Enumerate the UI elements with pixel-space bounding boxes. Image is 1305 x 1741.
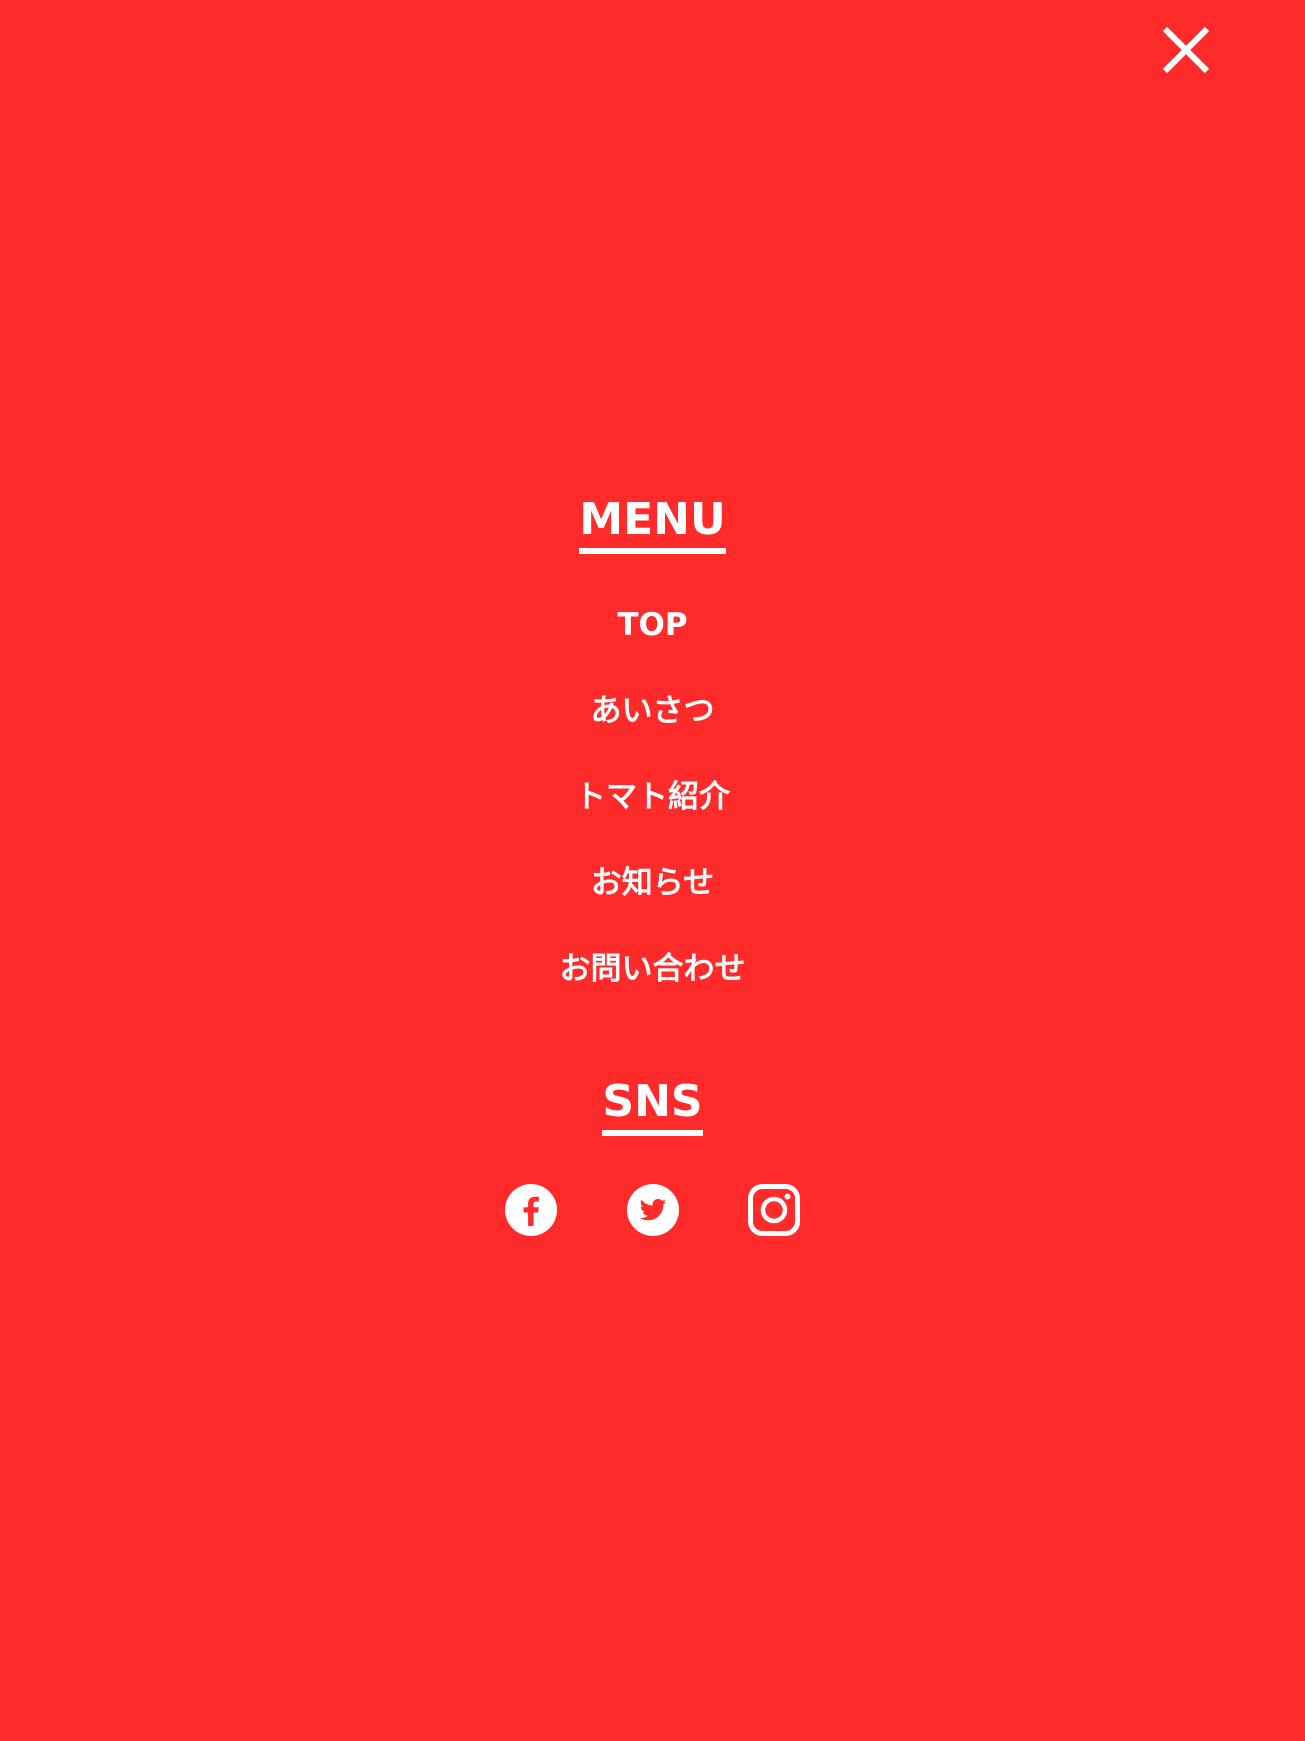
menu-heading: MENU [0,494,1305,554]
sns-heading: SNS [0,1076,1305,1136]
sns-links [0,1184,1305,1236]
close-icon [1162,26,1210,74]
menu-item-news: お知らせ [0,858,1305,944]
menu-link-greeting[interactable]: あいさつ [591,686,715,736]
twitter-link[interactable] [627,1184,679,1236]
facebook-link[interactable] [505,1184,557,1236]
sns-heading-text: SNS [602,1076,703,1136]
close-button[interactable] [1160,26,1212,74]
menu-link-tomato-intro[interactable]: トマト紹介 [575,772,730,822]
menu-item-contact: お問い合わせ [0,944,1305,1030]
menu-item-tomato-intro: トマト紹介 [0,772,1305,858]
twitter-icon [627,1184,679,1236]
menu-item-greeting: あいさつ [0,686,1305,772]
menu-item-top: TOP [0,600,1305,686]
facebook-icon [505,1184,557,1236]
instagram-link[interactable] [748,1184,800,1236]
instagram-icon [748,1184,800,1236]
menu-link-news[interactable]: お知らせ [591,858,714,908]
menu-link-top[interactable]: TOP [617,600,687,650]
menu-list: TOP あいさつ トマト紹介 お知らせ お問い合わせ [0,600,1305,1030]
menu-heading-text: MENU [579,494,726,554]
menu-link-contact[interactable]: お問い合わせ [560,944,746,994]
